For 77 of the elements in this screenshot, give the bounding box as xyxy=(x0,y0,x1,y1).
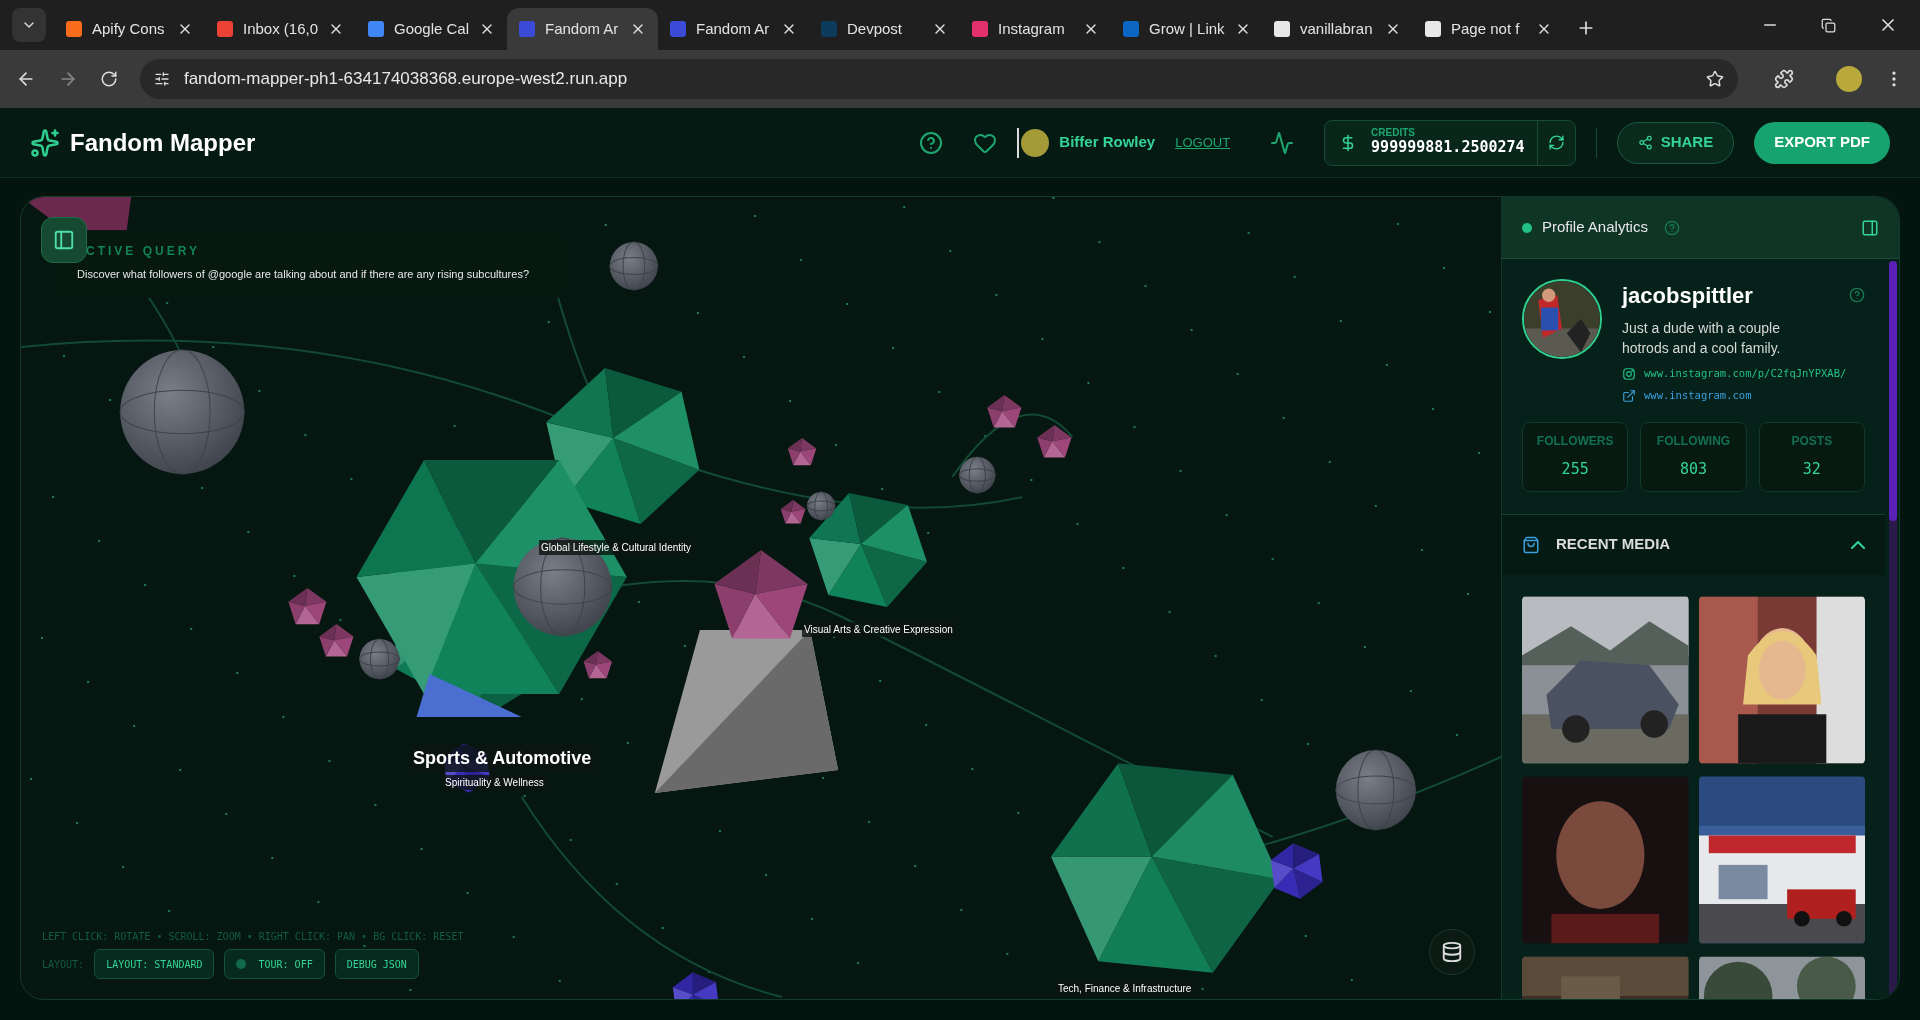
control-button[interactable]: DEBUG JSON xyxy=(334,949,419,979)
node-label: Spirituality & Wellness xyxy=(443,775,546,790)
stat-value: 803 xyxy=(1679,459,1708,481)
tab-title: Google Cal xyxy=(394,18,470,39)
extensions-icon[interactable] xyxy=(1774,69,1795,89)
user-avatar xyxy=(1021,128,1050,157)
help-icon[interactable] xyxy=(919,130,944,155)
tab-title: Fandom Ar xyxy=(545,18,620,39)
section-title: RECENT MEDIA xyxy=(1556,534,1671,555)
stat-label: FOLLOWING xyxy=(1656,433,1731,451)
credits-label: CREDITS xyxy=(1371,128,1416,139)
reload-icon[interactable] xyxy=(99,70,118,88)
stat-value: 255 xyxy=(1561,459,1589,481)
profile-link[interactable]: www.instagram.com/p/C2fqJnYPXAB/ xyxy=(1644,366,1847,382)
restore-icon[interactable] xyxy=(1821,17,1836,33)
tab-title: Fandom Ar xyxy=(696,18,771,39)
browser-tab[interactable]: Google Cal xyxy=(356,8,507,50)
tab-title: Grow | Link xyxy=(1149,18,1225,39)
refresh-icon xyxy=(1547,134,1565,151)
tab-title: Apify Cons xyxy=(92,18,166,39)
stat-value: 32 xyxy=(1802,459,1821,481)
node-label: Global Lifestyle & Cultural Identity xyxy=(539,540,694,555)
browser-tab[interactable]: Apify Cons xyxy=(54,8,205,50)
credits-value: 999999881.2500274 xyxy=(1371,138,1525,157)
control-button[interactable]: LAYOUT: STANDARD xyxy=(94,949,215,979)
tab-title: Inbox (16,0 xyxy=(243,18,319,39)
share-button[interactable]: SHARE xyxy=(1616,121,1735,164)
tab-title: Instagram xyxy=(998,18,1066,39)
logout-link[interactable]: LOGOUT xyxy=(1175,132,1231,153)
browser-tab[interactable]: Fandom Ar xyxy=(658,8,809,50)
stat-label: POSTS xyxy=(1791,433,1833,451)
chevron-up-icon xyxy=(1851,540,1865,549)
share-icon xyxy=(1637,135,1653,150)
node-label: Tech, Finance & Infrastructure xyxy=(1056,981,1194,996)
activity-icon[interactable] xyxy=(1270,130,1295,155)
panel-toggle-button[interactable] xyxy=(41,217,87,263)
sparkles-logo-icon xyxy=(30,127,60,158)
tab-title: Devpost xyxy=(847,18,904,39)
collapse-panel-icon[interactable] xyxy=(1861,218,1879,237)
address-bar[interactable]: fandom-mapper-ph1-634174038368.europe-west2.run.app xyxy=(139,59,1739,99)
external-link-icon xyxy=(1622,388,1636,403)
node-label: Visual Arts & Creative Expression xyxy=(802,622,955,637)
browser-tab[interactable]: vanillabran xyxy=(1262,8,1413,50)
query-text: Discover what followers of @google are talking about and if there are any rising subcultures? xyxy=(77,267,531,282)
user-name: Biffer Rowley xyxy=(1059,132,1156,153)
site-info-icon[interactable] xyxy=(153,71,170,87)
help-icon[interactable] xyxy=(1849,287,1865,303)
url-text: fandom-mapper-ph1-634174038368.europe-west2.run.app xyxy=(183,68,629,91)
tour-toggle[interactable]: TOUR: OFF xyxy=(224,949,325,979)
browser-tab[interactable]: Page not f xyxy=(1413,8,1564,50)
stat-label: FOLLOWERS xyxy=(1536,433,1614,451)
database-button[interactable] xyxy=(1429,929,1475,975)
browser-tab[interactable]: Inbox (16,0 xyxy=(205,8,356,50)
profile-link[interactable]: www.instagram.com xyxy=(1644,387,1752,404)
layout-label: LAYOUT: xyxy=(42,957,85,972)
panel-icon xyxy=(53,229,75,251)
browser-tab[interactable]: Fandom Ar xyxy=(507,8,658,50)
profile-bio: Just a dude with a couple hotrods and a cool family. xyxy=(1622,319,1782,358)
tab-title: Page not f xyxy=(1451,18,1521,39)
app-title: Fandom Mapper xyxy=(70,127,256,158)
profile-avatar[interactable] xyxy=(1836,66,1862,92)
database-icon xyxy=(1441,941,1463,963)
panel-title: Profile Analytics xyxy=(1542,217,1648,238)
help-icon[interactable] xyxy=(1663,219,1680,236)
bag-icon xyxy=(1522,535,1540,554)
tab-title: vanillabran xyxy=(1300,18,1374,39)
browser-tab[interactable]: Devpost xyxy=(809,8,960,50)
browser-tab[interactable]: Instagram xyxy=(960,8,1111,50)
bookmark-star-icon[interactable] xyxy=(1706,70,1725,88)
controls-hint: LEFT CLICK: ROTATE • SCROLL: ZOOM • RIGHT CLICK: PAN • BG CLICK: RESET xyxy=(42,930,464,944)
tab-list-button[interactable] xyxy=(12,8,46,42)
browser-tab[interactable]: Grow | Link xyxy=(1111,8,1262,50)
recent-media-header[interactable]: RECENT MEDIA xyxy=(1502,514,1885,575)
query-label: CTIVE QUERY xyxy=(85,243,201,260)
profile-username: jacobspittler xyxy=(1622,282,1753,310)
node-label: Sports & Automotive xyxy=(411,745,594,772)
camera-icon xyxy=(1622,366,1636,381)
